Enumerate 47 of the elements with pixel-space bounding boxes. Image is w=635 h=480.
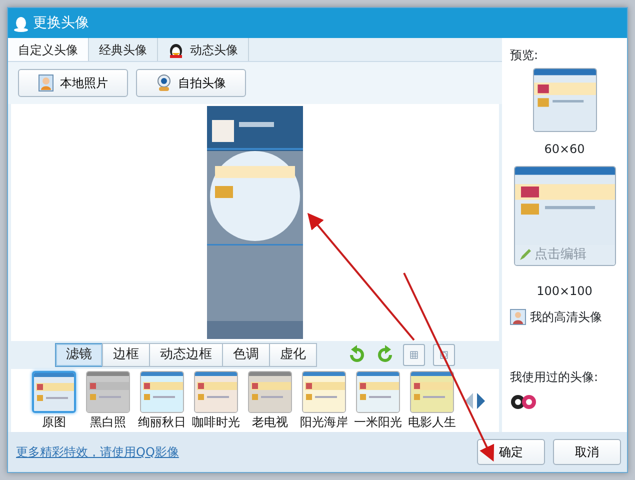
preview-label: 预览: bbox=[510, 47, 538, 64]
filter-label: 绚丽秋日 bbox=[138, 414, 186, 431]
rotate-right-icon bbox=[375, 345, 395, 365]
next-arrow-icon bbox=[477, 393, 485, 409]
filter-label: 阳光海岸 bbox=[300, 414, 348, 431]
penguin-icon bbox=[14, 14, 28, 32]
filter-thumbnail[interactable] bbox=[86, 371, 130, 413]
filter-thumbnail[interactable] bbox=[302, 371, 346, 413]
local-photo-button[interactable]: 本地照片 bbox=[18, 69, 128, 97]
filter-label: 原图 bbox=[42, 414, 66, 431]
used-avatars-label: 我使用过的头像: bbox=[510, 368, 598, 386]
filter-label: 老电视 bbox=[252, 414, 288, 431]
avatar-icon bbox=[510, 308, 526, 324]
tab[interactable]: 经典头像 bbox=[89, 38, 158, 61]
more-effects-link[interactable]: 更多精彩特效，请使用QQ影像 bbox=[16, 443, 179, 461]
tab[interactable]: 动态头像 bbox=[158, 38, 249, 61]
edit-tab[interactable]: 滤镜 bbox=[55, 343, 103, 367]
filter-thumbnail[interactable] bbox=[248, 371, 292, 413]
filter-label: 一米阳光 bbox=[354, 414, 402, 431]
filter-label: 电影人生 bbox=[408, 414, 456, 431]
ok-button[interactable]: 确定 bbox=[477, 439, 545, 465]
grid-button[interactable] bbox=[403, 344, 425, 366]
filter-thumbnail[interactable] bbox=[140, 371, 184, 413]
size-label: 60×60 bbox=[544, 141, 585, 158]
selfie-button[interactable]: 自拍头像 bbox=[136, 69, 246, 97]
edit-tab[interactable]: 虚化 bbox=[269, 343, 317, 367]
camera-icon bbox=[156, 74, 172, 92]
grid-icon bbox=[410, 348, 418, 362]
edit-tab[interactable]: 动态边框 bbox=[149, 343, 223, 367]
filter-thumbnail[interactable] bbox=[410, 371, 454, 413]
circle-crop-button[interactable] bbox=[433, 344, 455, 366]
cancel-button[interactable]: 取消 bbox=[553, 439, 621, 465]
edit-tab[interactable]: 边框 bbox=[102, 343, 150, 367]
filter-label: 黑白照 bbox=[90, 414, 126, 431]
pencil-icon bbox=[518, 248, 530, 261]
edit-tab[interactable]: 色调 bbox=[222, 343, 270, 367]
tab[interactable]: 自定义头像 bbox=[8, 38, 89, 61]
previous-arrow-icon bbox=[465, 393, 473, 409]
size-label: 100×100 bbox=[536, 282, 592, 300]
filter-thumbnail[interactable] bbox=[194, 371, 238, 413]
filter-thumbnail[interactable] bbox=[356, 371, 400, 413]
rotate-left-icon bbox=[347, 345, 367, 365]
hd-avatar-link[interactable]: 我的高清头像 bbox=[530, 308, 602, 326]
person-photo-icon bbox=[38, 74, 54, 92]
filter-label: 咖啡时光 bbox=[192, 414, 240, 431]
window-title: 更换头像 bbox=[33, 14, 89, 32]
filter-thumbnail[interactable] bbox=[32, 371, 76, 413]
